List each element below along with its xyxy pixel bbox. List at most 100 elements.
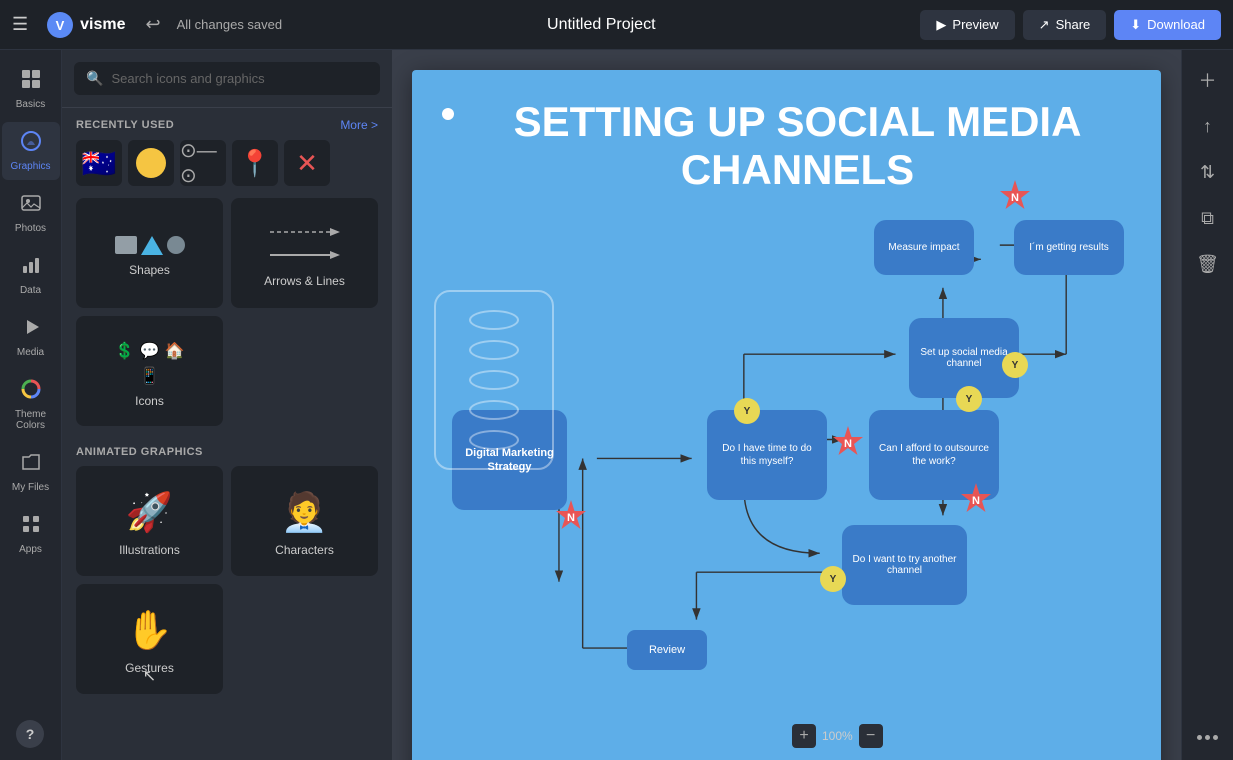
align-button[interactable]: ⇅: [1188, 152, 1228, 192]
left-sidebar: Basics Graphics Photos Data Media: [0, 50, 62, 760]
bullet-point: [442, 108, 454, 120]
preview-button[interactable]: ▶ Preview: [920, 10, 1014, 40]
node-review[interactable]: Review: [627, 630, 707, 670]
icons-card[interactable]: 💲 💬 🏠 📱 Icons: [76, 316, 223, 426]
recent-item-connector[interactable]: ⊙—⊙: [180, 140, 226, 186]
arrows-lines-card[interactable]: Arrows & Lines: [231, 198, 378, 308]
search-input[interactable]: [111, 71, 368, 86]
right-toolbar: ＋ ↑ ⇅ ⧉ 🗑: [1181, 50, 1233, 760]
sidebar-item-basics[interactable]: Basics: [2, 60, 60, 118]
hand-icon: ✋: [126, 609, 173, 653]
phone-oval-3: [469, 370, 519, 390]
media-icon: [20, 316, 42, 344]
recent-item-flag[interactable]: 🇦🇺: [76, 140, 122, 186]
node-measure-impact[interactable]: Measure impact: [874, 220, 974, 275]
chat-icon: 💬: [140, 341, 160, 361]
menu-icon[interactable]: ☰: [12, 14, 28, 35]
sidebar-item-photos[interactable]: Photos: [2, 184, 60, 242]
cursor-icon: ↖: [143, 666, 156, 686]
search-box[interactable]: 🔍: [74, 62, 380, 95]
apps-icon: [20, 513, 42, 541]
photos-label: Photos: [15, 223, 46, 234]
gestures-card[interactable]: ✋ Gestures ↖: [76, 584, 223, 694]
sidebar-item-data[interactable]: Data: [2, 246, 60, 304]
phone-content: [436, 292, 552, 468]
arrows-preview: [270, 225, 340, 266]
svg-text:N: N: [567, 512, 575, 524]
shapes-card[interactable]: Shapes: [76, 198, 223, 308]
visme-logo-icon: V: [46, 11, 74, 39]
topbar: ☰ V visme ↩ All changes saved Untitled P…: [0, 0, 1233, 50]
shape-rect: [115, 236, 137, 254]
arrow-line-2: [270, 248, 340, 266]
graphics-label: Graphics: [10, 161, 50, 172]
illustrations-card[interactable]: 🚀 Illustrations: [76, 466, 223, 576]
help-button[interactable]: ?: [16, 720, 44, 748]
basics-label: Basics: [16, 99, 45, 110]
download-button[interactable]: ⬇ Download: [1114, 10, 1221, 40]
canvas-slide[interactable]: SETTING UP SOCIAL MEDIA CHANNELS: [412, 70, 1161, 760]
preview-icon: ▶: [936, 17, 946, 33]
icons-preview: 💲 💬 🏠 📱: [110, 341, 190, 386]
saved-status: All changes saved: [177, 17, 283, 32]
phone-oval-2: [469, 340, 519, 360]
panel-search-area: 🔍: [62, 50, 392, 108]
sidebar-item-media[interactable]: Media: [2, 308, 60, 366]
main-area: Basics Graphics Photos Data Media: [0, 50, 1233, 760]
recent-item-circle[interactable]: [128, 140, 174, 186]
photos-icon: [20, 192, 42, 220]
phone-oval-1: [469, 310, 519, 330]
share-icon: ↗: [1039, 17, 1050, 33]
zoom-out-button[interactable]: −: [859, 724, 883, 748]
rocket-icon: 🚀: [126, 491, 173, 535]
phone-oval-4: [469, 400, 519, 420]
topbar-actions: ▶ Preview ↗ Share ⬇ Download: [920, 10, 1221, 40]
recent-item-cross[interactable]: ✕: [284, 140, 330, 186]
graphics-panel: 🔍 RECENTLY USED More > 🇦🇺 ⊙—⊙ 📍 ✕: [62, 50, 392, 760]
duplicate-button[interactable]: ⧉: [1188, 198, 1228, 238]
theme-colors-icon: [20, 378, 42, 406]
trash-icon: 🗑: [1196, 254, 1219, 275]
badge-y-3: Y: [956, 386, 982, 412]
badge-n-4: N: [555, 500, 587, 537]
svg-text:N: N: [1011, 192, 1019, 204]
add-element-button[interactable]: ＋: [1188, 60, 1228, 100]
media-label: Media: [17, 347, 44, 358]
upload-button[interactable]: ↑: [1188, 106, 1228, 146]
my-files-label: My Files: [12, 482, 49, 493]
node-try-another[interactable]: Do I want to try another channel: [842, 525, 967, 605]
data-icon: [20, 254, 42, 282]
apps-label: Apps: [19, 544, 42, 555]
more-dots[interactable]: [1197, 735, 1218, 750]
phone-illustration: [434, 290, 554, 470]
home-icon: 🏠: [164, 341, 184, 361]
person-icon: 🧑‍💼: [281, 491, 328, 535]
svg-text:V: V: [56, 18, 65, 33]
arrows-lines-label: Arrows & Lines: [264, 274, 345, 288]
recently-used-title: RECENTLY USED: [76, 119, 174, 131]
shape-circle: [167, 236, 185, 254]
canvas-area[interactable]: SETTING UP SOCIAL MEDIA CHANNELS: [392, 50, 1181, 760]
node-do-have-time[interactable]: Do I have time to do this myself?: [707, 410, 827, 500]
characters-label: Characters: [275, 543, 334, 557]
data-label: Data: [20, 285, 41, 296]
zoom-in-button[interactable]: +: [792, 724, 816, 748]
sidebar-item-graphics[interactable]: Graphics: [2, 122, 60, 180]
sidebar-item-my-files[interactable]: My Files: [2, 443, 60, 501]
recently-used-items: 🇦🇺 ⊙—⊙ 📍 ✕: [62, 140, 392, 198]
delete-button[interactable]: 🗑: [1188, 244, 1228, 284]
undo-button[interactable]: ↩: [146, 14, 161, 35]
recently-used-header: RECENTLY USED More >: [62, 108, 392, 140]
characters-card[interactable]: 🧑‍💼 Characters: [231, 466, 378, 576]
align-icon: ⇅: [1200, 162, 1215, 183]
slide-title-area: SETTING UP SOCIAL MEDIA CHANNELS: [412, 70, 1161, 205]
sidebar-item-theme-colors[interactable]: Theme Colors: [2, 370, 60, 439]
phone-oval-5: [469, 430, 519, 450]
more-link[interactable]: More >: [340, 118, 378, 132]
node-getting-results[interactable]: I´m getting results: [1014, 220, 1124, 275]
share-button[interactable]: ↗ Share: [1023, 10, 1107, 40]
arrow-line-1: [270, 225, 340, 243]
project-title[interactable]: Untitled Project: [292, 16, 910, 34]
recent-item-pin[interactable]: 📍: [232, 140, 278, 186]
sidebar-item-apps[interactable]: Apps: [2, 505, 60, 563]
